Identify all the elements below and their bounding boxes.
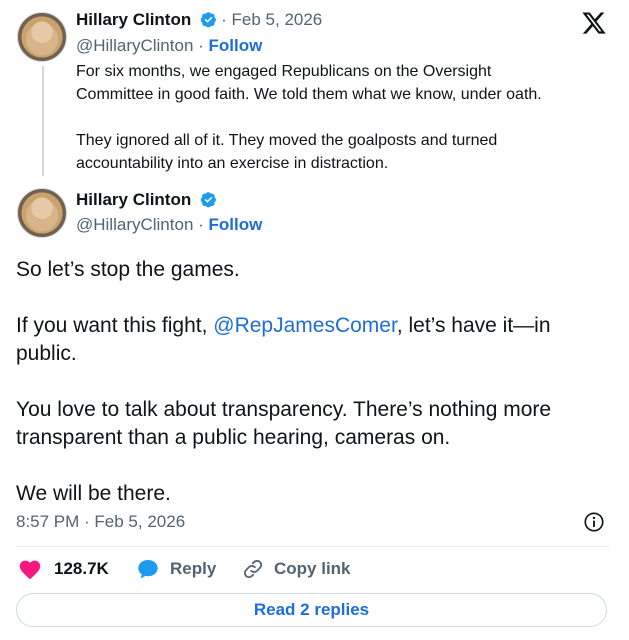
quoted-tweet-header: Hillary Clinton · Feb 5, 2026 — [76, 10, 322, 33]
tweet-date[interactable]: · Feb 5, 2026 — [221, 10, 322, 29]
copy-link-label: Copy link — [274, 559, 351, 578]
avatar[interactable] — [17, 188, 67, 238]
text-line: If you want this fight, @RepJamesComer, … — [16, 312, 616, 340]
follow-button[interactable]: Follow — [209, 215, 263, 234]
text-line — [76, 106, 606, 129]
thread-line — [42, 66, 44, 176]
like-button[interactable]: 128.7K — [18, 558, 109, 580]
author-name[interactable]: Hillary Clinton — [76, 190, 191, 209]
text-fragment: If you want this fight, — [16, 314, 214, 337]
text-line: They ignored all of it. They moved the g… — [76, 132, 498, 149]
link-icon — [242, 558, 264, 580]
copy-link-button[interactable]: Copy link — [242, 558, 351, 580]
reply-button[interactable]: Reply — [136, 558, 216, 580]
x-logo-icon[interactable] — [581, 10, 607, 41]
handle-row: @HillaryClinton · Follow — [76, 215, 262, 235]
read-replies-button[interactable]: Read 2 replies — [16, 593, 607, 627]
text-fragment: , let’s have it—in — [396, 314, 551, 337]
mention-link[interactable]: @RepJamesComer — [213, 314, 397, 337]
avatar[interactable] — [17, 12, 67, 62]
reply-bubble-icon — [136, 558, 160, 580]
author-name[interactable]: Hillary Clinton — [76, 10, 191, 29]
main-tweet-text: So let’s stop the games. If you want thi… — [16, 256, 616, 508]
quoted-tweet-text: For six months, we engaged Republicans o… — [76, 60, 606, 175]
divider — [16, 546, 609, 547]
timestamp[interactable]: 8:57 PM · Feb 5, 2026 — [16, 512, 185, 532]
verified-badge-icon — [200, 11, 217, 33]
text-line: You love to talk about transparency. The… — [16, 398, 552, 421]
text-line: We will be there. — [16, 482, 171, 505]
info-icon[interactable] — [583, 511, 605, 538]
heart-icon — [18, 558, 42, 580]
verified-badge-icon — [200, 191, 217, 213]
like-count: 128.7K — [54, 559, 109, 578]
text-line: So let’s stop the games. — [16, 258, 240, 281]
reply-label: Reply — [170, 559, 217, 578]
text-line: public. — [16, 342, 77, 365]
handle[interactable]: @HillaryClinton · — [76, 215, 204, 234]
handle-row: @HillaryClinton · Follow — [76, 36, 262, 56]
main-tweet-header: Hillary Clinton — [76, 190, 217, 213]
text-line: For six months, we engaged Republicans o… — [76, 63, 492, 80]
text-line: Committee in good faith. We told them wh… — [76, 86, 542, 103]
handle[interactable]: @HillaryClinton · — [76, 36, 204, 55]
text-line: transparent than a public hearing, camer… — [16, 426, 451, 449]
read-replies-label: Read 2 replies — [253, 600, 370, 619]
text-line: accountability into an exercise in distr… — [76, 155, 389, 172]
follow-button[interactable]: Follow — [209, 36, 263, 55]
